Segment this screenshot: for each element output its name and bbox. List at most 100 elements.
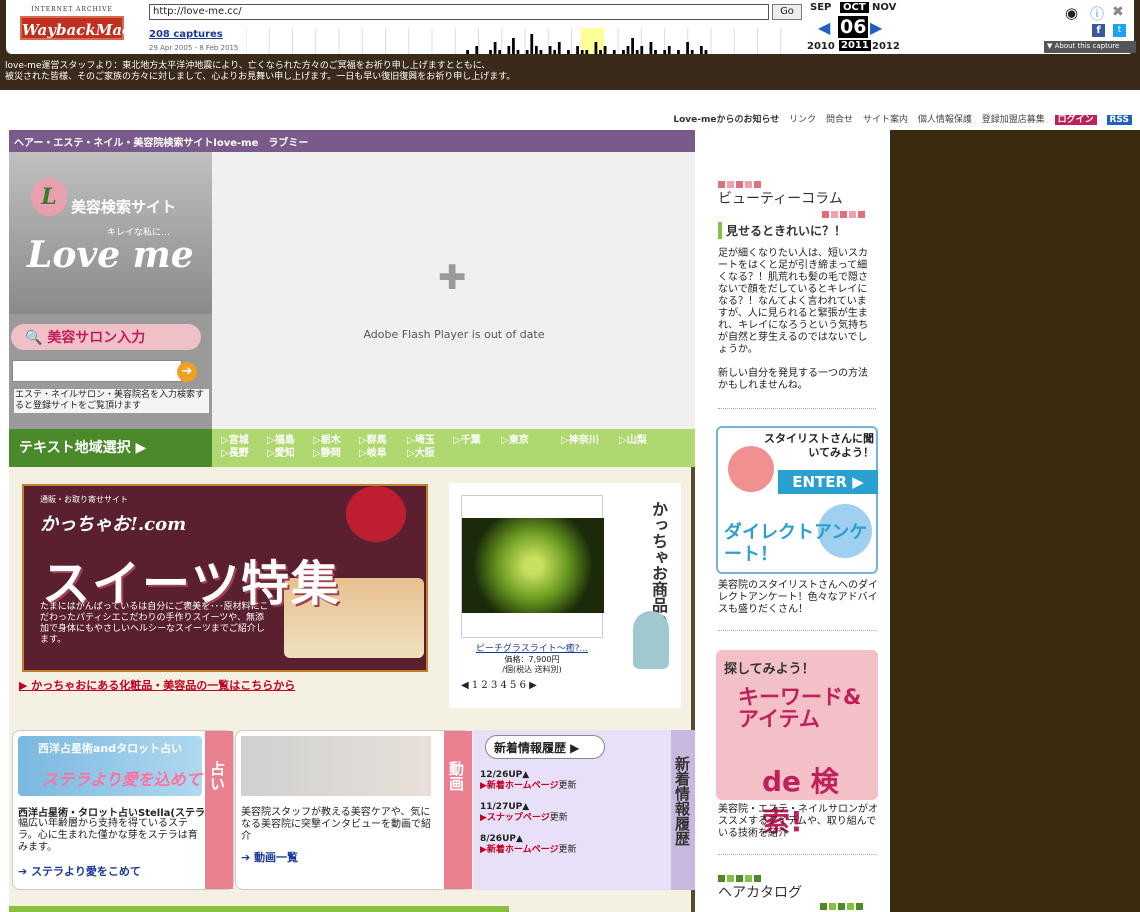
- pink-squares-decoration: [718, 178, 763, 188]
- news-item: 11/27UP▲ ▶スナップページ更新: [480, 802, 568, 824]
- keyword-search-banner[interactable]: 探してみよう！ キーワード&アイテム de 検索!: [716, 650, 878, 838]
- keyword-banner-title: キーワード&アイテム: [738, 685, 862, 731]
- sweets-banner[interactable]: 通販・お取り寄せサイト かっちゃお!.com スイーツ特集 たまにはがんばってい…: [22, 484, 428, 672]
- region-link[interactable]: ▷千葉: [453, 431, 481, 446]
- prev-year[interactable]: 2010: [807, 41, 835, 52]
- region-link[interactable]: ▷岐阜: [359, 444, 387, 459]
- product-name-link[interactable]: ピーチグラスライト～癒?...: [461, 641, 603, 654]
- nav-contact[interactable]: 問合せ: [826, 115, 853, 125]
- wayback-url-input[interactable]: http://love-me.cc/: [149, 4, 769, 20]
- product-showcase: ピーチグラスライト～癒?... 価格：7,900円 /個(税込 送料別) ◀ 1…: [449, 483, 681, 708]
- product-price-value: 価格：7,900円: [504, 655, 560, 664]
- divider: [718, 408, 876, 409]
- text-region-button[interactable]: テキスト地域選択 ▶: [9, 429, 212, 467]
- video-banner-image[interactable]: [241, 736, 431, 796]
- twitter-icon[interactable]: t: [1113, 24, 1126, 37]
- region-link[interactable]: ▷山梨: [619, 431, 647, 446]
- product-image[interactable]: [461, 495, 604, 638]
- salon-search-button[interactable]: ➔: [177, 362, 197, 382]
- sparkline-bar: [534, 46, 538, 54]
- sparkline-bar: [530, 34, 534, 54]
- captures-link[interactable]: 208 captures: [149, 29, 223, 40]
- wayback-panel: INTERNET ARCHIVE WaybackMachine http://l…: [6, 0, 1136, 54]
- fortune-link[interactable]: ➔ ステラより愛をこめて: [18, 863, 141, 879]
- sparkline-bar: [594, 42, 598, 54]
- close-icon[interactable]: ✖: [1112, 4, 1124, 20]
- puzzle-plugin-icon: ✚: [438, 258, 467, 298]
- notice-line-2: 被災された皆様、そのご家族の方々に対しまして、心よりお見舞い申し上げます。一日も…: [5, 72, 516, 82]
- fortune-banner-image[interactable]: 西洋占星術andタロット占い ステラより愛を込めて: [18, 736, 202, 796]
- rss-button[interactable]: RSS: [1106, 115, 1132, 125]
- sparkline-bar: [553, 50, 557, 54]
- product-pager[interactable]: ◀ 1 2 3 4 5 6 ▶: [461, 680, 537, 691]
- news-link[interactable]: ▶新着ホームページ: [480, 845, 558, 855]
- sparkline-bar: [699, 46, 703, 54]
- region-link[interactable]: ▷愛知: [267, 444, 295, 459]
- sparkline-bar: [557, 42, 561, 54]
- sparkline-bar: [580, 50, 584, 54]
- beauty-column-text-2: 新しい自分を発見する一つの方法かもしれませんね。: [718, 368, 868, 391]
- about-capture-link[interactable]: ▼ About this capture: [1044, 41, 1136, 53]
- news-date: 12/26UP▲: [480, 770, 530, 780]
- arrow-circle-icon: ➔: [18, 865, 28, 878]
- sparkline-bar: [525, 50, 529, 54]
- stylist-survey-text: 美容院のスタイリストさんへのダイレクトアンケート！色々なアドバイスも盛りだくさん…: [718, 580, 878, 615]
- hair-catalog-header: ヘアカタログ: [718, 885, 802, 901]
- login-button[interactable]: ログイン: [1054, 115, 1097, 125]
- nav-sitemap[interactable]: サイト案内: [863, 115, 908, 125]
- video-tab: 動画: [444, 731, 472, 889]
- news-link[interactable]: ▶新着ホームページ: [480, 781, 558, 791]
- stylist-enter-button[interactable]: ENTER ▶: [778, 470, 878, 494]
- nav-recruit[interactable]: 登録加盟店募集: [982, 115, 1045, 125]
- beauty-column-text: 足が細くなりたい人は、短いスカートをはくと足が引き締まって細くなる？！肌荒れも髪…: [718, 248, 869, 355]
- region-link[interactable]: ▷長野: [221, 444, 249, 459]
- product-price-unit: /個(税込 送料別): [502, 665, 562, 674]
- heart-logo-icon: L: [31, 178, 67, 216]
- next-year[interactable]: 2012: [872, 41, 900, 52]
- sparkline-bar: [631, 38, 634, 54]
- wayback-go-button[interactable]: Go: [772, 4, 802, 20]
- prev-arrow-icon[interactable]: ◀: [818, 18, 830, 37]
- cosmetics-list-link[interactable]: ▶ かっちゃおにある化粧品・美容品の一覧はこちらから: [19, 677, 295, 693]
- site-branding: L 美容検索サイト キレイな私に… Love me: [9, 152, 212, 314]
- news-header-button[interactable]: 新着情報履歴 ▶: [485, 735, 605, 759]
- sparkline-bar: [498, 50, 502, 54]
- fortune-banner-script: ステラより愛を込めて: [42, 770, 202, 789]
- flash-placeholder[interactable]: ✚ Adobe Flash Player is out of date: [213, 152, 695, 429]
- next-month[interactable]: NOV: [872, 2, 896, 13]
- region-link[interactable]: ▷静岡: [313, 444, 341, 459]
- region-link[interactable]: ▷東京: [501, 431, 529, 446]
- banner-description: たまにはがんばっているは自分にご褒美を･･･原材料にこだわったパティシエこだわり…: [40, 602, 269, 645]
- news-side-label: 新着情報履歴: [671, 730, 695, 890]
- sparkline-bar: [603, 46, 607, 54]
- video-list-link-label: 動画一覧: [254, 851, 299, 864]
- facebook-icon[interactable]: f: [1092, 24, 1105, 37]
- beauty-column-subtitle[interactable]: 見せるときれいに？！: [718, 222, 846, 239]
- sparkline-bar: [704, 50, 708, 54]
- fortune-description: 幅広い年齢層から支持を得ているステラ。心に生まれた僅かな芽をステラは育みます。: [18, 818, 198, 853]
- user-icon[interactable]: ◉: [1065, 4, 1078, 22]
- current-month: OCT: [840, 2, 869, 13]
- capture-sparkline[interactable]: [246, 28, 804, 54]
- region-links: ▷宮城 ▷福島 ▷栃木 ▷群馬 ▷埼玉 ▷千葉 ▷東京 ▷神奈川 ▷山梨 ▷長野 ▷愛知 ▷静岡 ▷岐阜…: [221, 431, 681, 465]
- nav-privacy[interactable]: 個人情報保護: [918, 115, 972, 125]
- next-arrow-icon[interactable]: ▶: [870, 18, 882, 37]
- salon-search-input[interactable]: [12, 360, 182, 382]
- region-link[interactable]: ▷大阪: [407, 444, 435, 459]
- notice-line-1: love-me運営スタッフより：東北地方太平洋沖地震により、亡くなられた方々のご…: [5, 61, 491, 71]
- region-link[interactable]: ▷神奈川: [561, 431, 599, 446]
- prev-month[interactable]: SEP: [810, 2, 831, 13]
- sparkline-bar: [493, 42, 497, 54]
- help-icon[interactable]: ⓘ: [1090, 4, 1104, 24]
- fortune-banner-title: 西洋占星術andタロット占い: [38, 742, 183, 755]
- search-panel: L 美容検索サイト キレイな私に… Love me 🔍 美容サロン入力 ➔ エス…: [9, 152, 212, 429]
- sparkline-bar: [622, 50, 625, 54]
- wayback-logo[interactable]: INTERNET ARCHIVE WaybackMachine: [20, 6, 168, 44]
- stylist-survey-banner[interactable]: スタイリストさんに聞いてみよう！ ENTER ▶ ダイレクトアンケート！: [716, 426, 878, 574]
- nav-links[interactable]: リンク: [789, 115, 816, 125]
- video-list-link[interactable]: ➔ 動画一覧: [241, 849, 298, 865]
- beauty-column-header: ビューティーコラム: [718, 191, 843, 207]
- right-sidebar: ビューティーコラム 見せるときれいに？！ 足が細くなりたい人は、短いスカートをは…: [712, 162, 882, 912]
- nav-news[interactable]: Love-meからのお知らせ: [673, 115, 779, 125]
- news-link[interactable]: ▶スナップページ: [480, 813, 550, 823]
